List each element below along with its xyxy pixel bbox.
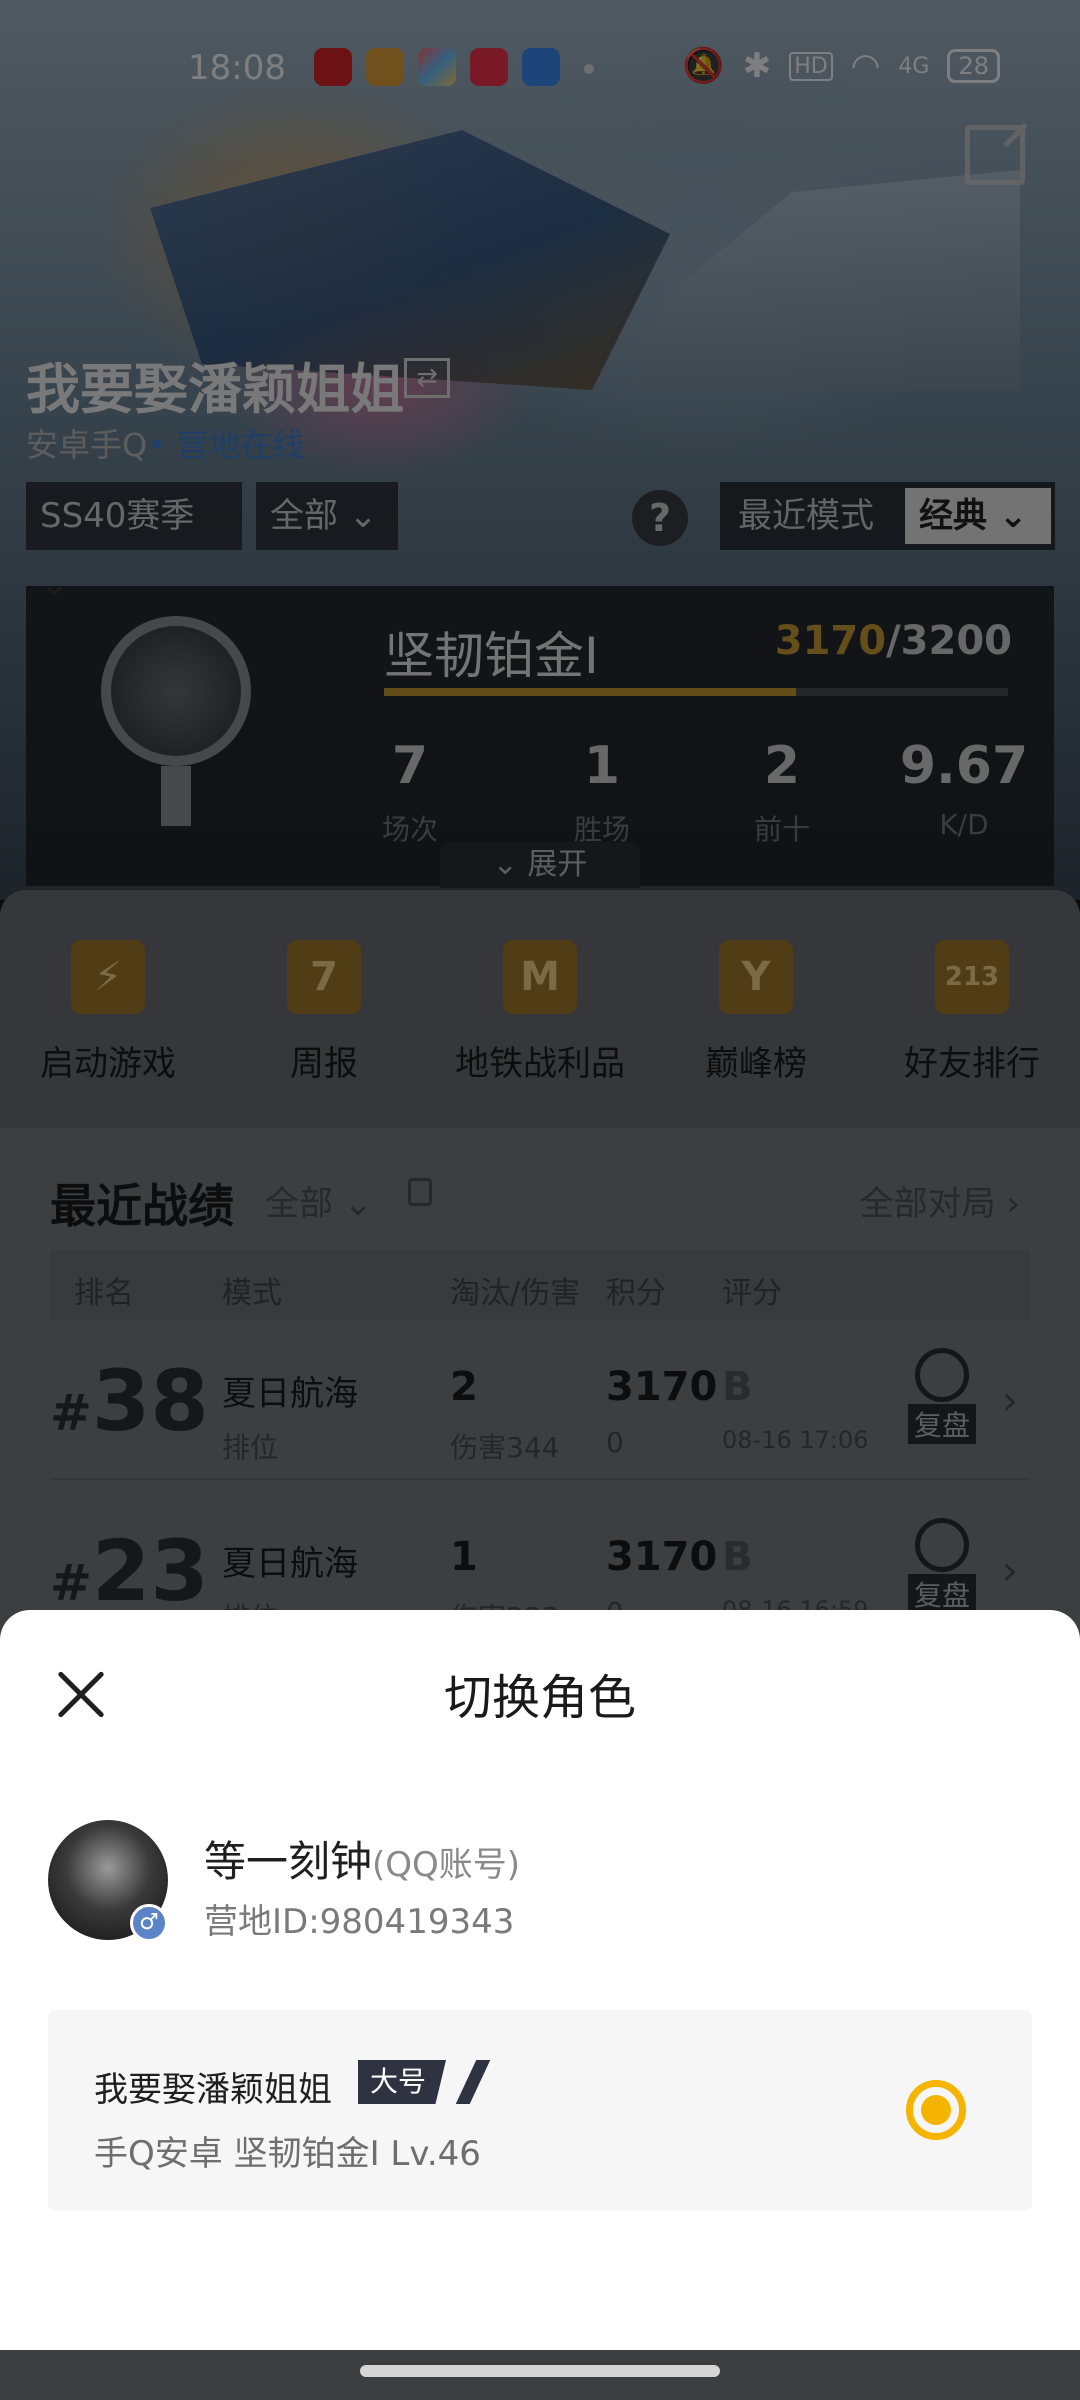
role-name: 我要娶潘颖姐姐 — [94, 2070, 332, 2110]
male-icon: ♂ — [130, 1904, 168, 1942]
badge-slash-decoration — [455, 2060, 491, 2104]
role-option[interactable]: 我要娶潘颖姐姐 大号 手Q安卓 坚韧铂金I Lv.46 — [48, 2010, 1032, 2210]
account-nickname: 等一刻钟 — [204, 1837, 373, 1886]
account-type: (QQ账号) — [372, 1845, 521, 1885]
main-account-badge: 大号 — [358, 2060, 447, 2104]
selected-radio-icon[interactable] — [906, 2080, 966, 2140]
account-name: 等一刻钟(QQ账号) — [204, 1828, 520, 1889]
home-indicator[interactable] — [360, 2365, 720, 2377]
sheet-title: 切换角色 — [443, 1670, 636, 1726]
role-info: 手Q安卓 坚韧铂金I Lv.46 — [94, 2134, 481, 2174]
camp-id: 营地ID:980419343 — [204, 1902, 515, 1942]
switch-role-sheet: 切换角色 ♂ 等一刻钟(QQ账号) 营地ID:980419343 我要娶潘颖姐姐… — [0, 1610, 1080, 2350]
